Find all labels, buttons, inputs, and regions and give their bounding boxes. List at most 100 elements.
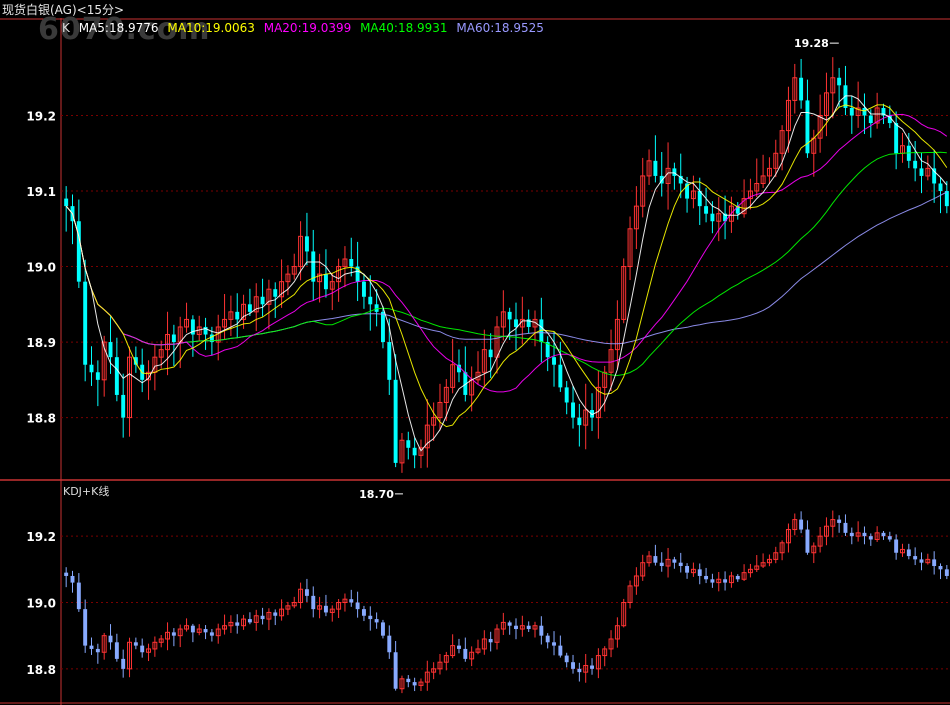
- sub-candle-body: [938, 566, 943, 570]
- sub-candle-body: [849, 532, 854, 537]
- main-candle-body: [406, 440, 411, 448]
- sub-candle-body: [723, 579, 728, 583]
- sub-candle-body: [304, 589, 309, 596]
- sub-candle-body: [887, 536, 892, 540]
- sub-candle-body: [412, 682, 417, 686]
- sub-candle-body: [406, 678, 411, 683]
- sub-candle-body: [463, 648, 468, 659]
- sub-candle-body: [697, 569, 702, 576]
- main-candle-body: [171, 334, 176, 343]
- main-candle-body: [571, 402, 575, 418]
- sub-candle-body: [140, 645, 145, 653]
- main-candle-body: [653, 160, 658, 176]
- main-candle-body: [412, 447, 417, 456]
- main-candle-body: [235, 311, 240, 320]
- main-candle-body: [323, 274, 328, 290]
- sub-candle-body: [894, 539, 899, 553]
- sub-candle-body: [526, 625, 531, 630]
- legend-k-label: K: [62, 21, 70, 35]
- sub-candle-body: [913, 556, 918, 560]
- main-tick-label: 19.0: [26, 261, 56, 275]
- main-tick-label: 18.8: [26, 412, 56, 426]
- main-candle-body: [368, 296, 373, 305]
- sub-candle-body: [108, 635, 113, 643]
- main-candle-body: [672, 168, 677, 176]
- sub-candle-body: [95, 648, 100, 653]
- main-candle-body: [380, 311, 385, 343]
- sub-candle-body: [799, 519, 804, 530]
- sub-candle-body: [514, 625, 518, 630]
- main-candle-body: [704, 206, 709, 214]
- main-candle-body: [387, 342, 392, 380]
- sub-candle-body: [171, 632, 176, 636]
- sub-candle-body: [133, 642, 138, 646]
- ma20-line: [65, 113, 948, 393]
- sub-candle-body: [83, 609, 88, 646]
- sub-candle-body: [577, 668, 582, 673]
- legend-ma40: MA40:18.9931: [360, 21, 448, 35]
- main-candle-body: [95, 372, 100, 380]
- sub-candle-body: [387, 635, 392, 653]
- sub-candle-body: [919, 559, 924, 563]
- sub-candle-body: [843, 522, 848, 533]
- sub-panel-title: KDJ+K线: [63, 485, 110, 498]
- main-candle-body: [83, 281, 88, 365]
- sub-candle-body: [862, 532, 867, 537]
- main-candle-body: [710, 213, 715, 222]
- main-candle-body: [805, 100, 810, 154]
- main-candle-body: [488, 349, 493, 358]
- sub-candle-body: [837, 519, 842, 523]
- main-candle-body: [273, 289, 278, 297]
- window-title: 现货白银(AG)<15分>: [2, 3, 125, 17]
- sub-tick-label: 18.8: [26, 663, 56, 677]
- main-candle-body: [944, 191, 949, 207]
- main-candle-body: [260, 296, 265, 305]
- main-candle-body: [507, 311, 512, 320]
- main-candle-body: [868, 115, 873, 124]
- main-candle-body: [64, 198, 69, 207]
- main-candle-body: [938, 183, 943, 192]
- main-candle-body: [913, 160, 918, 169]
- main-candle-body: [849, 107, 854, 116]
- main-candle-body: [837, 77, 842, 86]
- sub-tick-label: 19.0: [26, 597, 56, 611]
- sub-candle-body: [323, 605, 328, 613]
- main-candle-body: [577, 417, 582, 426]
- main-candle-body: [361, 281, 366, 297]
- main-candle-body: [114, 357, 119, 395]
- sub-tick-label: 19.2: [26, 530, 56, 544]
- sub-candle-body: [114, 642, 119, 659]
- legend-ma20: MA20:19.0399: [263, 21, 352, 35]
- low-label: 18.70: [359, 488, 394, 501]
- ma5-line: [65, 95, 948, 452]
- main-candle-body: [558, 364, 563, 388]
- sub-candle-body: [805, 529, 810, 553]
- sub-candle-body: [368, 615, 373, 620]
- sub-candle-body: [881, 532, 886, 537]
- sub-candle-body: [932, 559, 937, 567]
- sub-candle-body: [76, 582, 81, 610]
- main-candle-body: [121, 394, 126, 418]
- main-candle-body: [552, 357, 556, 365]
- sub-candle-body: [488, 638, 493, 643]
- sub-candle-body: [571, 662, 575, 669]
- sub-candle-body: [906, 549, 911, 557]
- sub-candle-body: [653, 556, 658, 563]
- legend-ma5: MA5:18.9776: [78, 21, 159, 35]
- legend-ma60: MA60:18.9525: [456, 21, 544, 35]
- main-tick-label: 19.1: [26, 185, 56, 199]
- sub-candle-body: [247, 619, 252, 623]
- sub-candle-body: [685, 566, 690, 573]
- main-candle-body: [564, 387, 569, 403]
- sub-candle-body: [260, 615, 265, 620]
- sub-candle-body: [564, 655, 569, 663]
- sub-candle-body: [380, 622, 385, 636]
- ma-legend: K MA5:18.9776 MA10:19.0063 MA20:19.0399 …: [62, 21, 549, 35]
- high-label: 19.28: [794, 37, 829, 50]
- sub-candle-body: [89, 645, 94, 649]
- main-candle-body: [894, 123, 899, 154]
- sub-candle-body: [70, 575, 75, 583]
- main-candle-body: [349, 259, 354, 267]
- main-candle-body: [108, 342, 113, 358]
- sub-candle-body: [704, 575, 709, 580]
